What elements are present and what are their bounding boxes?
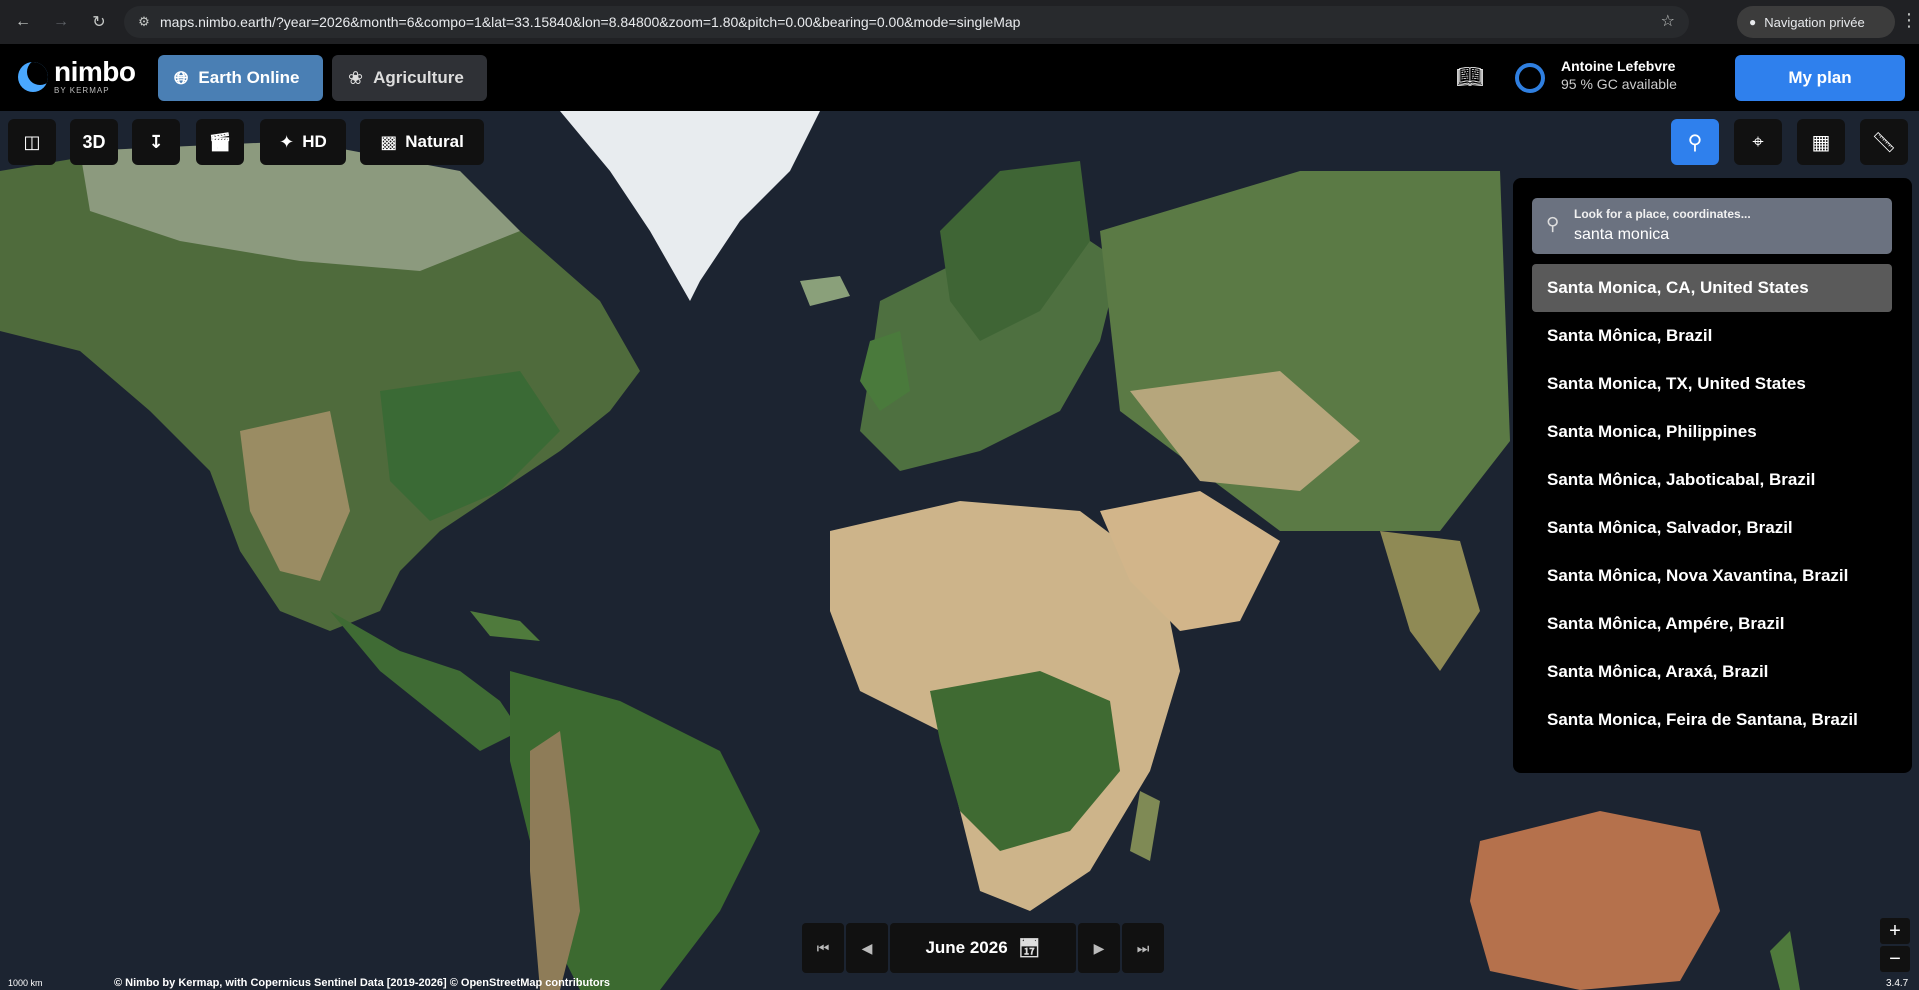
- next-date-button[interactable]: ▶︎: [1078, 923, 1120, 973]
- measure-button[interactable]: 📏︎: [1860, 119, 1908, 165]
- user-name: Antoine Lefebvre: [1561, 58, 1676, 74]
- back-arrow-icon[interactable]: ←: [8, 7, 38, 37]
- ruler-icon: 📏︎: [1871, 131, 1897, 154]
- reload-icon[interactable]: ↻: [84, 7, 114, 37]
- search-result-item[interactable]: Santa Mônica, Brazil: [1532, 312, 1892, 360]
- incognito-icon: ●: [1749, 15, 1757, 29]
- map-attribution[interactable]: © Nimbo by Kermap, with Copernicus Senti…: [114, 977, 610, 989]
- sparkle-icon: ✦: [279, 131, 295, 152]
- search-result-item[interactable]: Santa Mônica, Jaboticabal, Brazil: [1532, 456, 1892, 504]
- globe-icon: 🌐︎: [174, 67, 189, 88]
- bookmark-star-icon[interactable]: ☆: [1661, 11, 1675, 31]
- search-placeholder: Look for a place, coordinates...: [1574, 207, 1751, 221]
- greenland-landmass: [560, 111, 820, 301]
- search-result-item[interactable]: Santa Monica, TX, United States: [1532, 360, 1892, 408]
- natural-label: Natural: [405, 132, 464, 151]
- browser-toolbar: ← → ↻ ⚙ maps.nimbo.earth/?year=2026&mont…: [0, 0, 1919, 44]
- map-icon: ▦: [1811, 131, 1831, 154]
- search-results: Santa Monica, CA, United States Santa Mô…: [1532, 264, 1892, 744]
- hd-toggle-button[interactable]: ✦ HD: [260, 119, 346, 165]
- 3d-label: 3D: [82, 131, 106, 152]
- timelapse-button[interactable]: 🎬︎: [196, 119, 244, 165]
- iceland-landmass: [800, 276, 850, 306]
- calendar-icon: 📅︎: [1017, 937, 1041, 958]
- minus-icon: −: [1889, 947, 1901, 970]
- clapperboard-icon: 🎬︎: [208, 131, 232, 152]
- search-result-item[interactable]: Santa Monica, CA, United States: [1532, 264, 1892, 312]
- current-date-label: June 2026: [925, 938, 1008, 957]
- app-version: 3.4.7: [1886, 978, 1909, 989]
- previous-date-button[interactable]: ◀︎: [846, 923, 888, 973]
- scale-bar: 1000 km: [8, 978, 43, 988]
- map-layers-button[interactable]: ▦: [1797, 119, 1845, 165]
- search-result-item[interactable]: Santa Mônica, Araxá, Brazil: [1532, 648, 1892, 696]
- search-result-item[interactable]: Santa Monica, Philippines: [1532, 408, 1892, 456]
- locate-button[interactable]: ⌖: [1734, 119, 1782, 165]
- search-result-item[interactable]: Santa Mônica, Salvador, Brazil: [1532, 504, 1892, 552]
- search-result-item[interactable]: Santa Mônica, Nova Xavantina, Brazil: [1532, 552, 1892, 600]
- search-input[interactable]: [1574, 224, 1874, 246]
- plus-icon: +: [1889, 919, 1901, 942]
- india-landmass: [1380, 531, 1480, 671]
- search-panel: ⚲ Look for a place, coordinates... Santa…: [1513, 178, 1912, 773]
- leaf-icon: ❀: [348, 67, 364, 88]
- chevron-left-icon: ◀︎: [861, 939, 873, 956]
- crosshair-icon: ⌖: [1752, 130, 1764, 153]
- double-chevron-left-icon: ⏮︎: [816, 939, 830, 956]
- madagascar-landmass: [1130, 791, 1160, 861]
- forward-arrow-icon[interactable]: →: [46, 7, 76, 37]
- nimbo-logo-icon: [18, 61, 48, 92]
- double-chevron-right-icon: ⏭︎: [1136, 939, 1150, 956]
- search-icon: ⚲: [1546, 214, 1560, 234]
- nimbo-logo[interactable]: nimbo BY KERMAP: [18, 58, 136, 95]
- layers-icon: ▩: [380, 131, 398, 152]
- tab-earth-online[interactable]: 🌐︎ Earth Online: [158, 55, 323, 101]
- date-picker-button[interactable]: June 2026 📅︎: [890, 923, 1076, 973]
- download-button[interactable]: ↧: [132, 119, 180, 165]
- app-header: nimbo BY KERMAP 🌐︎ Earth Online ❀ Agricu…: [0, 44, 1919, 111]
- chevron-right-icon: ▶︎: [1093, 939, 1105, 956]
- australia-landmass: [1470, 811, 1720, 990]
- gc-usage-ring-icon: [1515, 63, 1545, 93]
- search-result-item[interactable]: Santa Mônica, Ampére, Brazil: [1532, 600, 1892, 648]
- natural-composition-button[interactable]: ▩ Natural: [360, 119, 484, 165]
- zoom-in-button[interactable]: +: [1880, 918, 1910, 944]
- gc-available: 95 % GC available: [1561, 75, 1677, 92]
- my-plan-button[interactable]: My plan: [1735, 55, 1905, 101]
- browser-menu-icon[interactable]: ⋮: [1900, 10, 1918, 31]
- tab-agriculture-label: Agriculture: [373, 68, 464, 87]
- user-info[interactable]: Antoine Lefebvre 95 % GC available: [1561, 58, 1677, 93]
- tab-agriculture[interactable]: ❀ Agriculture: [332, 55, 487, 101]
- address-bar[interactable]: ⚙ maps.nimbo.earth/?year=2026&month=6&co…: [124, 6, 1689, 38]
- tab-earth-online-label: Earth Online: [198, 68, 300, 87]
- book-icon[interactable]: 📖︎: [1456, 64, 1484, 90]
- last-date-button[interactable]: ⏭︎: [1122, 923, 1164, 973]
- new-zealand-landmass: [1770, 931, 1800, 990]
- caribbean-islands: [470, 611, 540, 641]
- 3d-toggle-button[interactable]: 3D: [70, 119, 118, 165]
- logo-subtitle: BY KERMAP: [54, 86, 110, 95]
- zoom-out-button[interactable]: −: [1880, 946, 1910, 972]
- logo-name: nimbo: [54, 56, 136, 87]
- date-navigator: ⏮︎ ◀︎ June 2026 📅︎ ▶︎ ⏭︎: [802, 923, 1164, 973]
- download-icon: ↧: [148, 131, 164, 152]
- private-browsing-label: Navigation privée: [1764, 14, 1865, 30]
- url-text[interactable]: maps.nimbo.earth/?year=2026&month=6&comp…: [160, 14, 1020, 30]
- search-result-item[interactable]: Santa Monica, Feira de Santana, Brazil: [1532, 696, 1892, 744]
- search-field[interactable]: ⚲ Look for a place, coordinates...: [1532, 198, 1892, 254]
- hd-label: HD: [302, 132, 327, 151]
- split-view-icon: ◫: [23, 131, 41, 152]
- private-browsing-badge[interactable]: ● Navigation privée: [1737, 6, 1895, 38]
- search-toggle-button[interactable]: ⚲: [1671, 119, 1719, 165]
- search-icon: ⚲: [1687, 131, 1703, 154]
- site-settings-icon[interactable]: ⚙: [130, 14, 158, 30]
- split-view-button[interactable]: ◫: [8, 119, 56, 165]
- first-date-button[interactable]: ⏮︎: [802, 923, 844, 973]
